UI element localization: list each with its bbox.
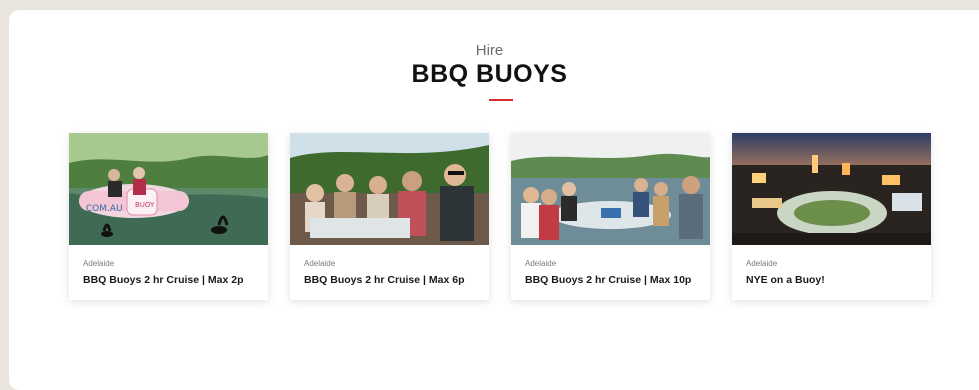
card-image[interactable] xyxy=(511,133,710,245)
card-title[interactable]: BBQ Buoys 2 hr Cruise | Max 10p xyxy=(525,274,691,286)
card-location: Adelaide xyxy=(525,259,557,268)
section-subtitle: Hire xyxy=(475,42,504,59)
title-underline xyxy=(489,99,513,101)
card-image[interactable] xyxy=(732,133,931,245)
product-card[interactable]: Adelaide NYE on a Buoy! xyxy=(732,133,931,300)
product-card[interactable]: .COM.AU BUOY Adelaide BBQ Buoys 2 hr Cru… xyxy=(69,133,268,300)
card-title[interactable]: BBQ Buoys 2 hr Cruise | Max 6p xyxy=(304,274,464,286)
card-title[interactable]: NYE on a Buoy! xyxy=(746,274,825,286)
card-image[interactable] xyxy=(290,133,489,245)
card-location: Adelaide xyxy=(304,259,336,268)
product-card[interactable]: Adelaide BBQ Buoys 2 hr Cruise | Max 10p xyxy=(511,133,710,300)
svg-text:.COM.AU: .COM.AU xyxy=(83,204,123,214)
section-title: BBQ BUOYS xyxy=(411,60,568,88)
product-card[interactable]: Adelaide BBQ Buoys 2 hr Cruise | Max 6p xyxy=(290,133,489,300)
card-location: Adelaide xyxy=(746,259,778,268)
card-image[interactable]: .COM.AU BUOY xyxy=(69,133,268,245)
card-title[interactable]: BBQ Buoys 2 hr Cruise | Max 2p xyxy=(83,274,243,286)
svg-text:BUOY: BUOY xyxy=(135,201,155,209)
card-location: Adelaide xyxy=(83,259,115,268)
